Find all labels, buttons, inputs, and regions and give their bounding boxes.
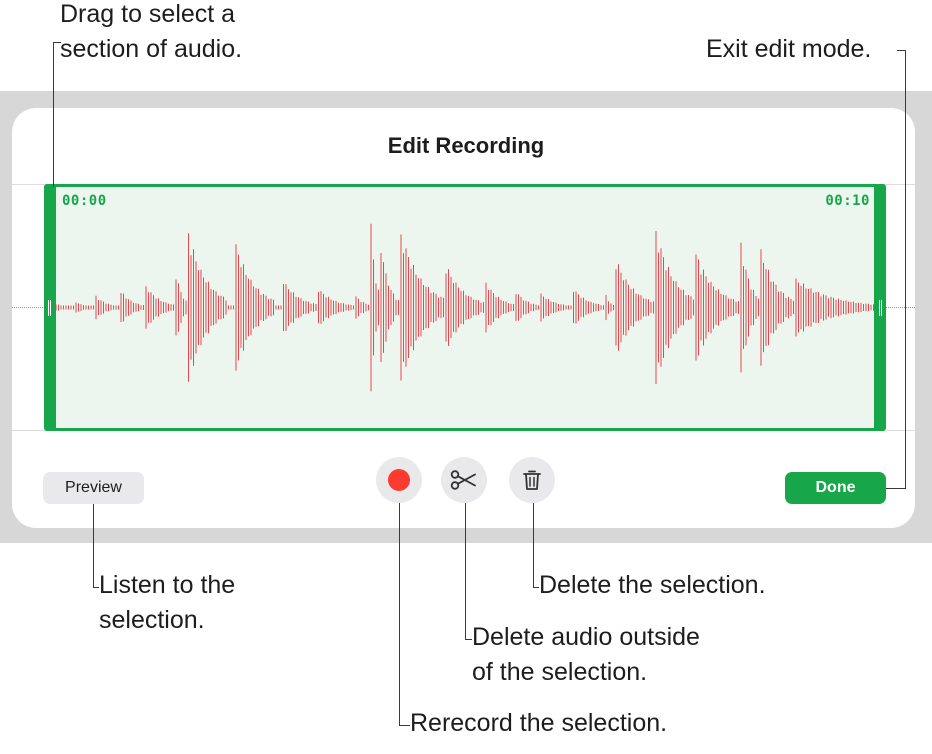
scissors-icon — [450, 470, 476, 490]
leader-drag — [53, 42, 54, 187]
callout-rerecord: Rerecord the selection. — [410, 709, 668, 737]
leader-record-tick — [399, 725, 410, 726]
callout-delete-outside: Delete audio outside of the selection. — [472, 623, 700, 686]
leader-listen-tick — [93, 587, 99, 588]
leader-delete — [533, 503, 534, 587]
waveform — [56, 223, 874, 392]
leader-trim — [465, 503, 466, 639]
callout-delete-selection: Delete the selection. — [539, 571, 766, 599]
callout-exit-edit: Exit edit mode. — [706, 35, 872, 63]
selection-end-handle[interactable] — [879, 300, 882, 316]
leader-drag-tick — [53, 42, 61, 43]
leader-record — [399, 503, 400, 725]
selection-start-handle[interactable] — [48, 300, 51, 316]
leader-trim-tick — [465, 639, 472, 640]
leader-delete-tick — [533, 587, 539, 588]
leader-exit — [905, 50, 906, 488]
trash-icon — [523, 470, 541, 490]
preview-button[interactable]: Preview — [43, 472, 144, 504]
leader-exit-tick — [897, 50, 906, 51]
delete-button[interactable] — [509, 457, 555, 503]
leader-exit-foot — [886, 488, 906, 489]
record-button[interactable] — [376, 457, 422, 503]
callout-listen: Listen to the selection. — [99, 571, 236, 634]
done-button[interactable]: Done — [785, 472, 886, 504]
trim-button[interactable] — [441, 457, 487, 503]
selection-region[interactable]: 00:00 00:10 — [44, 184, 886, 431]
record-icon — [388, 469, 410, 491]
callout-drag-select: Drag to select a section of audio. — [60, 0, 243, 63]
leader-listen — [93, 504, 94, 587]
